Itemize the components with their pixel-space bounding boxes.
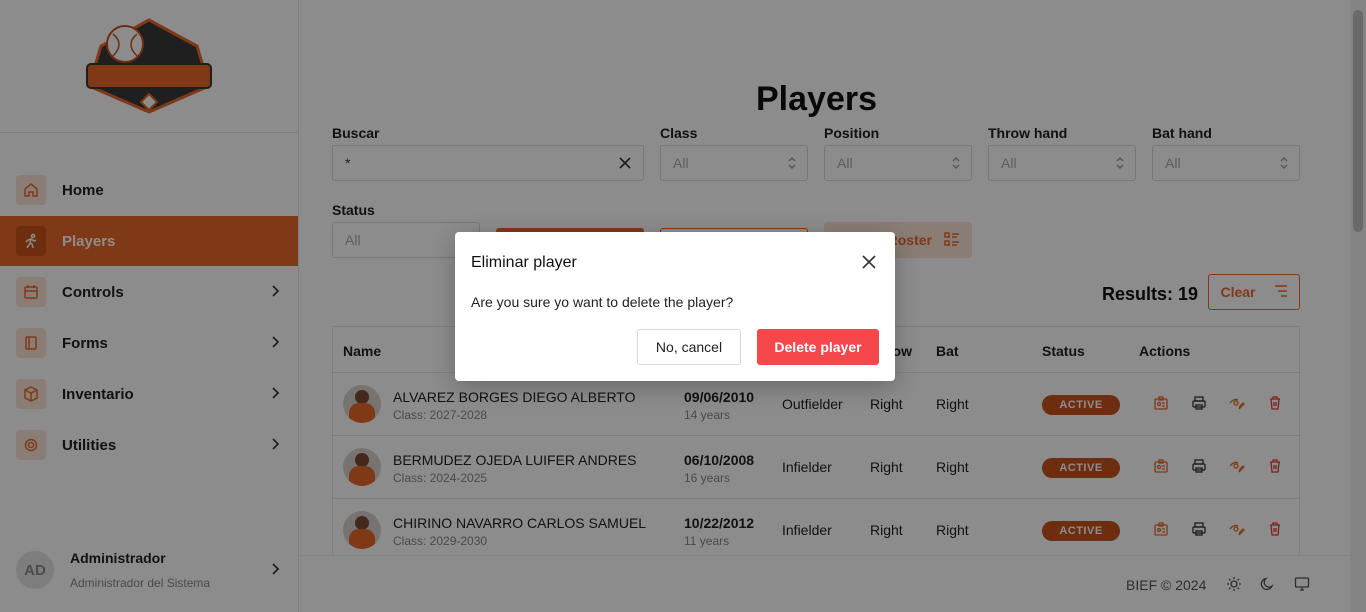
dialog-message: Are you sure yo want to delete the playe… (471, 294, 734, 310)
delete-player-button[interactable]: Delete player (757, 329, 879, 365)
close-icon[interactable] (861, 254, 877, 275)
cancel-button[interactable]: No, cancel (637, 329, 741, 365)
delete-player-dialog: Eliminar player Are you sure yo want to … (455, 232, 895, 381)
dialog-title: Eliminar player (471, 254, 577, 271)
